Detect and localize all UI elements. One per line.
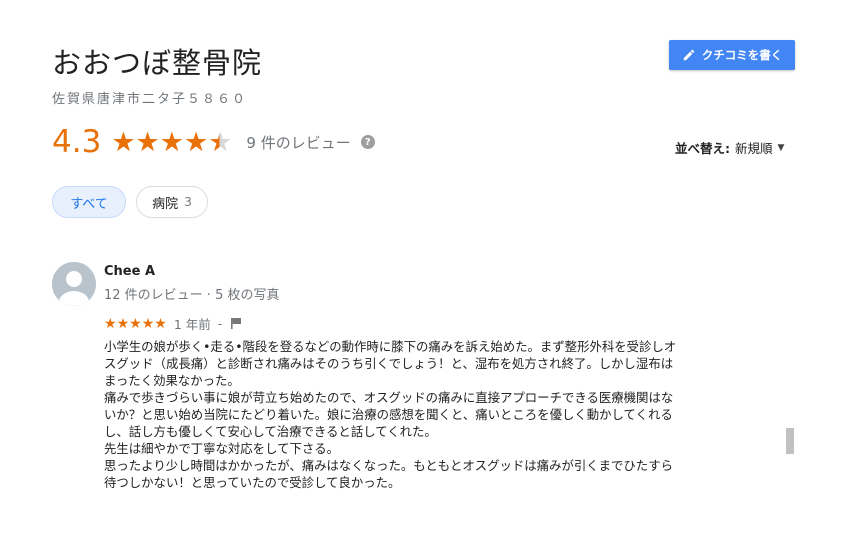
- filter-chip-all[interactable]: すべて: [52, 186, 126, 218]
- star-icon: ★: [159, 126, 184, 158]
- review-line: し、話し方も優しくて安心して治療できると話してくれた。: [104, 424, 437, 439]
- review-line: 小学生の娘が歩く•走る•階段を登るなどの動作時に膝下の痛みを訴え始めた。まず整形…: [104, 339, 677, 354]
- review-time: 1 年前: [173, 317, 211, 332]
- review-count[interactable]: 9 件のレビュー: [246, 132, 350, 153]
- sort-label: 並べ替え:: [675, 141, 730, 156]
- rating-value: 4.3: [52, 124, 102, 160]
- scrollbar-thumb[interactable]: [786, 428, 794, 454]
- star-half-icon: ★: [208, 126, 233, 158]
- flag-icon[interactable]: [230, 314, 242, 333]
- help-icon[interactable]: ?: [360, 135, 375, 149]
- write-review-label: クチコミを書く: [701, 48, 783, 62]
- filter-chip-hospital-count: 3: [184, 195, 192, 209]
- review-line: スグッド（成長痛）と診断され痛みはそのうち引くでしょう！と、湿布を処方され終了。…: [104, 356, 674, 371]
- filter-chip-all-label: すべて: [70, 196, 108, 212]
- avatar-icon: [52, 262, 96, 306]
- reviewer-meta[interactable]: 12 件のレビュー · 5 枚の写真: [104, 284, 279, 303]
- star-icon: ★: [111, 126, 136, 158]
- star-icon: ★: [141, 315, 155, 332]
- star-icon: ★: [116, 315, 130, 332]
- star-icon: ★: [183, 126, 209, 158]
- star-icon: ★: [135, 126, 160, 158]
- reviewer-avatar[interactable]: [52, 262, 96, 306]
- review-line: 痛みで歩きづらい事に娘が苛立ち始めたので、オスグッドの痛みに直接アプローチできる…: [104, 390, 674, 405]
- review-line: まったく効果なかった。: [104, 373, 240, 388]
- filter-chip-hospital[interactable]: 病院 3: [136, 186, 208, 218]
- write-review-button[interactable]: クチコミを書く: [669, 40, 795, 70]
- pencil-icon: [683, 49, 694, 61]
- review-line: 思ったより少し時間はかかったが、痛みはなくなった。もともとオスグッドは痛みが引く…: [104, 458, 673, 473]
- review-line: 待つしかない！と思っていたので受診して良かった。: [104, 475, 401, 490]
- review-line: いか？と思い始め当院にたどり着いた。娘に治療の感想を聞くと、痛いところを優しく動…: [104, 407, 673, 422]
- sort-value: 新規順: [735, 141, 773, 156]
- filter-chip-hospital-label: 病院: [152, 196, 179, 212]
- place-title: おおつぼ整骨院: [52, 46, 263, 80]
- place-address: 佐賀県唐津市二タ子５８６０: [52, 92, 248, 107]
- star-icon: ★: [129, 315, 142, 332]
- review-line: 先生は細やかで丁寧な対応をして下さる。: [104, 441, 340, 456]
- reviewer-name[interactable]: Chee A: [104, 264, 155, 279]
- rating-summary: 4.3 ★ ★ ★ ★ ★ 9 件のレビュー ?: [52, 122, 375, 162]
- rating-stars: ★ ★ ★ ★ ★: [111, 129, 232, 156]
- star-icon: ★: [104, 315, 117, 332]
- sort-dropdown[interactable]: 並べ替え: 新規順 ▼: [675, 138, 784, 157]
- star-icon: ★: [154, 315, 167, 332]
- review-text: 小学生の娘が歩く•走る•階段を登るなどの動作時に膝下の痛みを訴え始めた。まず整形…: [104, 338, 776, 491]
- review-rating-row: ★ ★ ★ ★ ★ 1 年前 -: [104, 314, 242, 333]
- dropdown-arrow-icon: ▼: [777, 142, 785, 153]
- review-separator: -: [217, 316, 223, 331]
